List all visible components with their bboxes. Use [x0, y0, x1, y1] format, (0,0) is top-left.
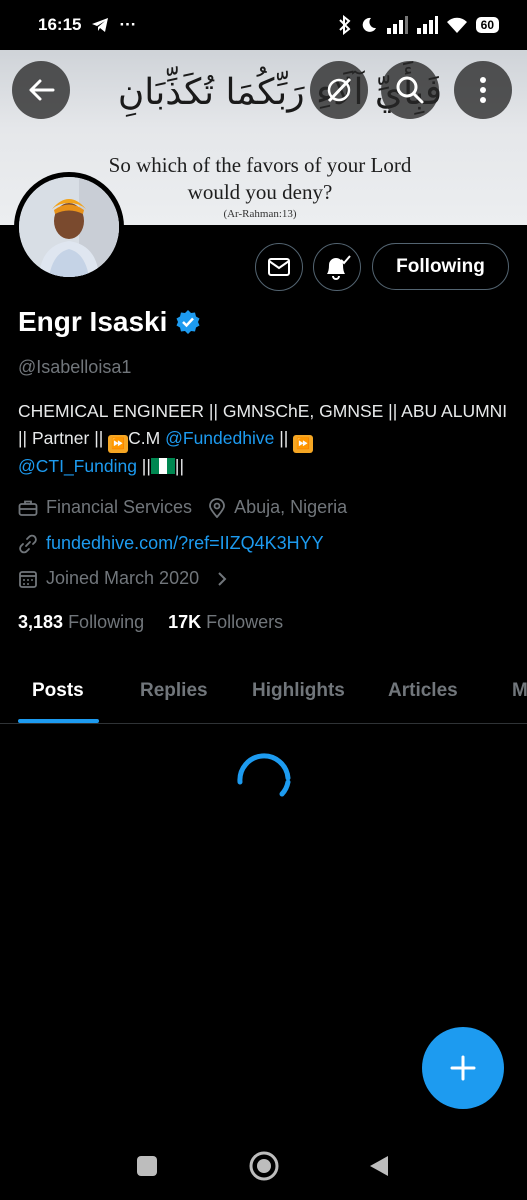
compose-post-button[interactable] [422, 1027, 504, 1109]
fast-forward-emoji-icon: ⏩ [108, 435, 129, 453]
banner-line-1: So which of the favors of your Lord [108, 153, 412, 177]
following-button[interactable]: Following [372, 243, 509, 290]
envelope-icon [268, 258, 290, 276]
profile-joined-date: Joined March 2020 [46, 568, 200, 588]
followers-label: Followers [206, 612, 284, 632]
status-more: ··· [119, 15, 137, 34]
profile-meta-row-3: Joined March 2020 [18, 568, 229, 589]
notifications-button[interactable] [313, 243, 361, 291]
profile-website-link[interactable]: fundedhive.com/?ref=IIZQ4K3HYY [46, 533, 324, 554]
profile-tabs: Posts Replies Highlights Articles M [0, 662, 527, 724]
avatar[interactable] [14, 172, 124, 282]
message-button[interactable] [255, 243, 303, 291]
nigeria-flag-icon [150, 458, 175, 474]
banner-line-2: would you deny? [187, 180, 333, 204]
briefcase-icon [18, 500, 38, 516]
bio-mention-cti-funding[interactable]: @CTI_Funding [18, 456, 137, 476]
following-count: 3,183 [18, 612, 64, 632]
followers-stat[interactable]: 17K Followers [168, 612, 283, 633]
loading-spinner-icon [237, 753, 291, 797]
calendar-icon [19, 570, 37, 588]
telegram-icon [92, 18, 109, 32]
bell-check-icon [327, 255, 351, 280]
profile-location: Abuja, Nigeria [234, 497, 348, 517]
search-icon [396, 76, 424, 104]
home-circle-icon[interactable] [248, 1150, 280, 1182]
banner-reference: (Ar-Rahman:13) [223, 208, 297, 220]
system-nav-bar [0, 1130, 527, 1200]
profile-meta-row-2: fundedhive.com/?ref=IIZQ4K3HYY [18, 533, 324, 554]
profile-bio: CHEMICAL ENGINEER || GMNSChE, GMNSE || A… [18, 398, 508, 480]
recents-square-icon[interactable] [136, 1155, 158, 1177]
fast-forward-emoji-icon-2: ⏩ [293, 435, 314, 453]
tab-highlights[interactable]: Highlights [252, 680, 345, 702]
active-tab-indicator [18, 719, 99, 723]
following-stat[interactable]: 3,183 Following [18, 612, 144, 633]
more-button[interactable] [454, 61, 512, 119]
bluetooth-icon [338, 15, 351, 35]
chevron-right-icon[interactable] [215, 570, 229, 588]
wifi-icon [446, 17, 467, 33]
signal-icon [386, 16, 408, 34]
signal-icon-2 [416, 16, 438, 34]
status-bar: 16:15 ··· 60 [0, 0, 527, 50]
tab-articles[interactable]: Articles [388, 680, 458, 702]
display-name: Engr Isaski [18, 306, 168, 337]
verified-badge-icon [176, 310, 200, 334]
status-time: 16:15 [38, 15, 82, 34]
search-button[interactable] [381, 61, 439, 119]
moon-icon [362, 17, 376, 32]
plus-icon [450, 1055, 476, 1081]
back-arrow-icon [29, 79, 55, 101]
back-triangle-icon[interactable] [368, 1154, 390, 1178]
back-button[interactable] [12, 61, 70, 119]
more-vertical-icon [480, 77, 486, 103]
profile-name: Engr Isaski [18, 306, 201, 338]
bio-mention-fundedhive[interactable]: @Fundedhive [165, 428, 274, 448]
followers-count: 17K [168, 612, 202, 632]
link-icon [19, 534, 37, 553]
bio-text-3: || [274, 428, 294, 448]
grok-button[interactable] [310, 61, 368, 119]
following-label: Following [68, 612, 145, 632]
profile-category: Financial Services [46, 497, 193, 517]
tab-media[interactable]: M [512, 680, 527, 702]
location-pin-icon [209, 497, 225, 518]
person-icon [19, 177, 119, 277]
profile-handle: @Isabelloisa1 [18, 357, 132, 377]
tab-replies[interactable]: Replies [140, 680, 208, 702]
tab-posts[interactable]: Posts [32, 680, 84, 702]
bio-text-2: C.M [128, 428, 166, 448]
banner-english-text: So which of the favors of your Lord woul… [80, 152, 440, 206]
profile-stats: 3,183 Following 17K Followers [18, 612, 283, 633]
avatar-image [19, 177, 119, 277]
bio-text-4: || [136, 456, 151, 476]
profile-meta-row-1: Financial Services Abuja, Nigeria [18, 497, 347, 518]
grok-icon [327, 77, 352, 103]
bio-text-5: || [174, 456, 184, 476]
battery-indicator: 60 [475, 17, 499, 33]
